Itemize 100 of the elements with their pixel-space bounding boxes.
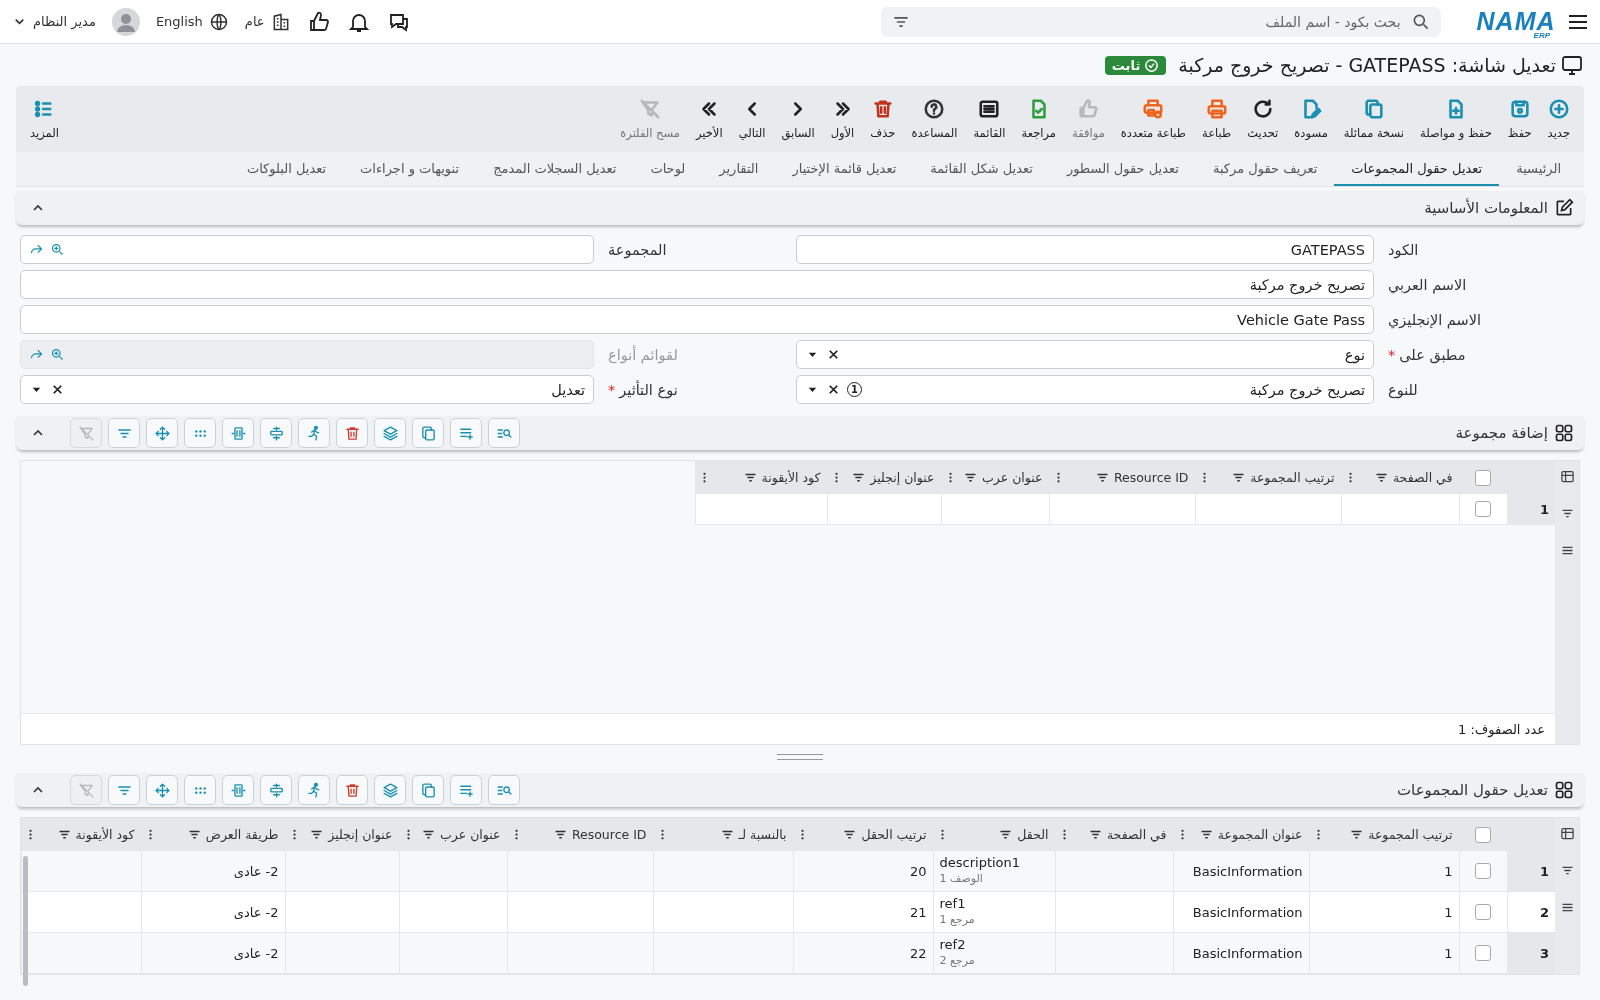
toolbar-button[interactable]: الأخير — [687, 98, 731, 140]
language-selector[interactable]: English — [155, 11, 229, 32]
column-header[interactable]: في الصفحة — [1055, 818, 1173, 851]
lookup-field[interactable] — [20, 235, 594, 264]
select-all-checkbox[interactable] — [1475, 469, 1491, 486]
grid-tool-button[interactable] — [450, 418, 482, 448]
grid-tool-button[interactable] — [222, 418, 254, 448]
toolbar-button[interactable]: مراجعة — [1013, 98, 1065, 140]
grid-tool-button[interactable] — [450, 775, 482, 805]
kebab-menu-icon[interactable] — [1347, 470, 1353, 485]
toolbar-button[interactable]: مسودة — [1286, 98, 1336, 140]
column-header[interactable]: ترتيب الحقل — [793, 818, 933, 851]
tab[interactable]: تعديل حقول السطور — [1049, 152, 1196, 186]
input-field[interactable]: Vehicle Gate Pass — [20, 305, 1374, 334]
select-all-checkbox[interactable] — [1475, 826, 1491, 843]
input-field[interactable]: GATEPASS — [796, 235, 1374, 264]
toolbar-button[interactable]: السابق — [773, 98, 823, 140]
kebab-menu-icon[interactable] — [1201, 470, 1207, 485]
column-header[interactable]: الحقل — [933, 818, 1055, 851]
kebab-menu-icon[interactable] — [1315, 827, 1321, 842]
kebab-menu-icon[interactable] — [947, 470, 953, 485]
grid-tool-button[interactable] — [260, 775, 292, 805]
toolbar-button[interactable]: نسخة مماثلة — [1335, 98, 1412, 140]
grid-tool-button[interactable] — [298, 418, 330, 448]
kebab-menu-icon[interactable] — [833, 470, 839, 485]
kebab-menu-icon[interactable] — [659, 827, 665, 842]
row-checkbox[interactable] — [1475, 863, 1491, 880]
search-input[interactable]: بحث بكود - اسم الملف — [918, 12, 1403, 31]
kebab-menu-icon[interactable] — [1061, 827, 1067, 842]
tab[interactable]: تعريف حقول مركبة — [1195, 152, 1335, 186]
tab[interactable]: لوحات — [633, 152, 703, 186]
grid-tool-button[interactable] — [146, 775, 178, 805]
column-header[interactable]: Resource ID — [1049, 461, 1195, 494]
column-header[interactable]: كود الأيقونة — [21, 818, 141, 851]
resize-handle[interactable] — [777, 754, 823, 760]
column-header[interactable]: في الصفحة — [1341, 461, 1459, 494]
column-header[interactable]: ترتيب المجموعة — [1309, 818, 1459, 851]
grid-tool-button[interactable] — [336, 418, 368, 448]
search-plus-icon[interactable] — [50, 242, 65, 257]
toolbar-button[interactable]: حذف — [862, 98, 904, 140]
user-menu[interactable]: مدير النظام — [12, 14, 96, 29]
table-settings-icon[interactable] — [1559, 826, 1575, 841]
scrollbar[interactable] — [23, 856, 28, 986]
toolbar-button[interactable]: جديد — [1539, 98, 1578, 140]
kebab-menu-icon[interactable] — [405, 827, 411, 842]
grid-tool-button[interactable] — [412, 418, 444, 448]
kebab-menu-icon[interactable] — [799, 827, 805, 842]
kebab-menu-icon[interactable] — [939, 827, 945, 842]
grid-tool-button[interactable] — [488, 775, 520, 805]
kebab-menu-icon[interactable] — [291, 827, 297, 842]
tab[interactable]: تعديل قائمة الإختيار — [775, 152, 914, 186]
clear-icon[interactable] — [50, 382, 65, 397]
tab[interactable]: تعديل البلوكات — [229, 152, 344, 186]
toolbar-button[interactable]: حفظ و مواصلة — [1412, 98, 1500, 140]
clear-icon[interactable] — [826, 382, 841, 397]
kebab-menu-icon[interactable] — [28, 827, 33, 842]
grid-tool-button[interactable] — [108, 418, 140, 448]
tab[interactable]: الرئيسية — [1499, 152, 1578, 186]
column-header[interactable]: عنوان عرب — [399, 818, 507, 851]
grid-tool-button[interactable] — [298, 775, 330, 805]
search-field[interactable]: بحث بكود - اسم الملف — [880, 6, 1441, 37]
column-header[interactable]: كود الأيقونة — [695, 461, 827, 494]
kebab-menu-icon[interactable] — [701, 470, 707, 485]
tab[interactable]: تعديل السجلات المدمج — [476, 152, 634, 186]
kebab-menu-icon[interactable] — [1179, 827, 1185, 842]
toolbar-button[interactable]: التالي — [730, 98, 774, 140]
kebab-menu-icon[interactable] — [147, 827, 153, 842]
grid-tool-button[interactable] — [260, 418, 292, 448]
grid-tool-button[interactable] — [412, 775, 444, 805]
toolbar-button[interactable]: تحديث — [1239, 98, 1287, 140]
toolbar-button[interactable]: المساعدة — [903, 98, 966, 140]
toolbar-button[interactable]: الأول — [822, 98, 863, 140]
grid-tool-button[interactable] — [108, 775, 140, 805]
tab[interactable]: التقارير — [702, 152, 776, 186]
company-selector[interactable]: عام — [244, 11, 291, 32]
grid-tool-button[interactable] — [336, 775, 368, 805]
column-header[interactable]: ترتيب المجموعة — [1195, 461, 1341, 494]
toolbar-button[interactable]: طباعة — [1194, 98, 1240, 140]
avatar-icon[interactable] — [111, 7, 140, 36]
column-header[interactable]: عنوان عرب — [941, 461, 1049, 494]
dropdown-field[interactable]: نوع — [796, 340, 1374, 369]
grid-tool-button[interactable] — [222, 775, 254, 805]
column-header[interactable]: عنوان إنجليز — [827, 461, 941, 494]
clear-icon[interactable] — [826, 347, 841, 362]
grid-tool-button[interactable] — [374, 775, 406, 805]
grid-tool-button[interactable] — [374, 418, 406, 448]
more-button[interactable]: المزيد — [22, 98, 67, 140]
grid-tool-button[interactable] — [488, 418, 520, 448]
tab[interactable]: تعديل حقول المجموعات — [1334, 152, 1500, 186]
tab[interactable]: تنويهات و اجراءات — [343, 152, 477, 186]
toolbar-button[interactable]: حفظ — [1499, 98, 1540, 140]
row-checkbox[interactable] — [1475, 501, 1491, 518]
toolbar-button[interactable]: طباعة متعددة — [1112, 98, 1194, 140]
column-header[interactable]: طريقة العرض — [141, 818, 285, 851]
table-settings-icon[interactable] — [1559, 469, 1575, 484]
column-header[interactable]: بالنسبة لـ — [653, 818, 793, 851]
input-field[interactable]: تصريح خروج مركبة — [20, 270, 1374, 299]
grid-tool-button[interactable] — [146, 418, 178, 448]
column-header[interactable]: عنوان المجموعة — [1173, 818, 1309, 851]
column-header[interactable]: عنوان إنجليز — [285, 818, 399, 851]
